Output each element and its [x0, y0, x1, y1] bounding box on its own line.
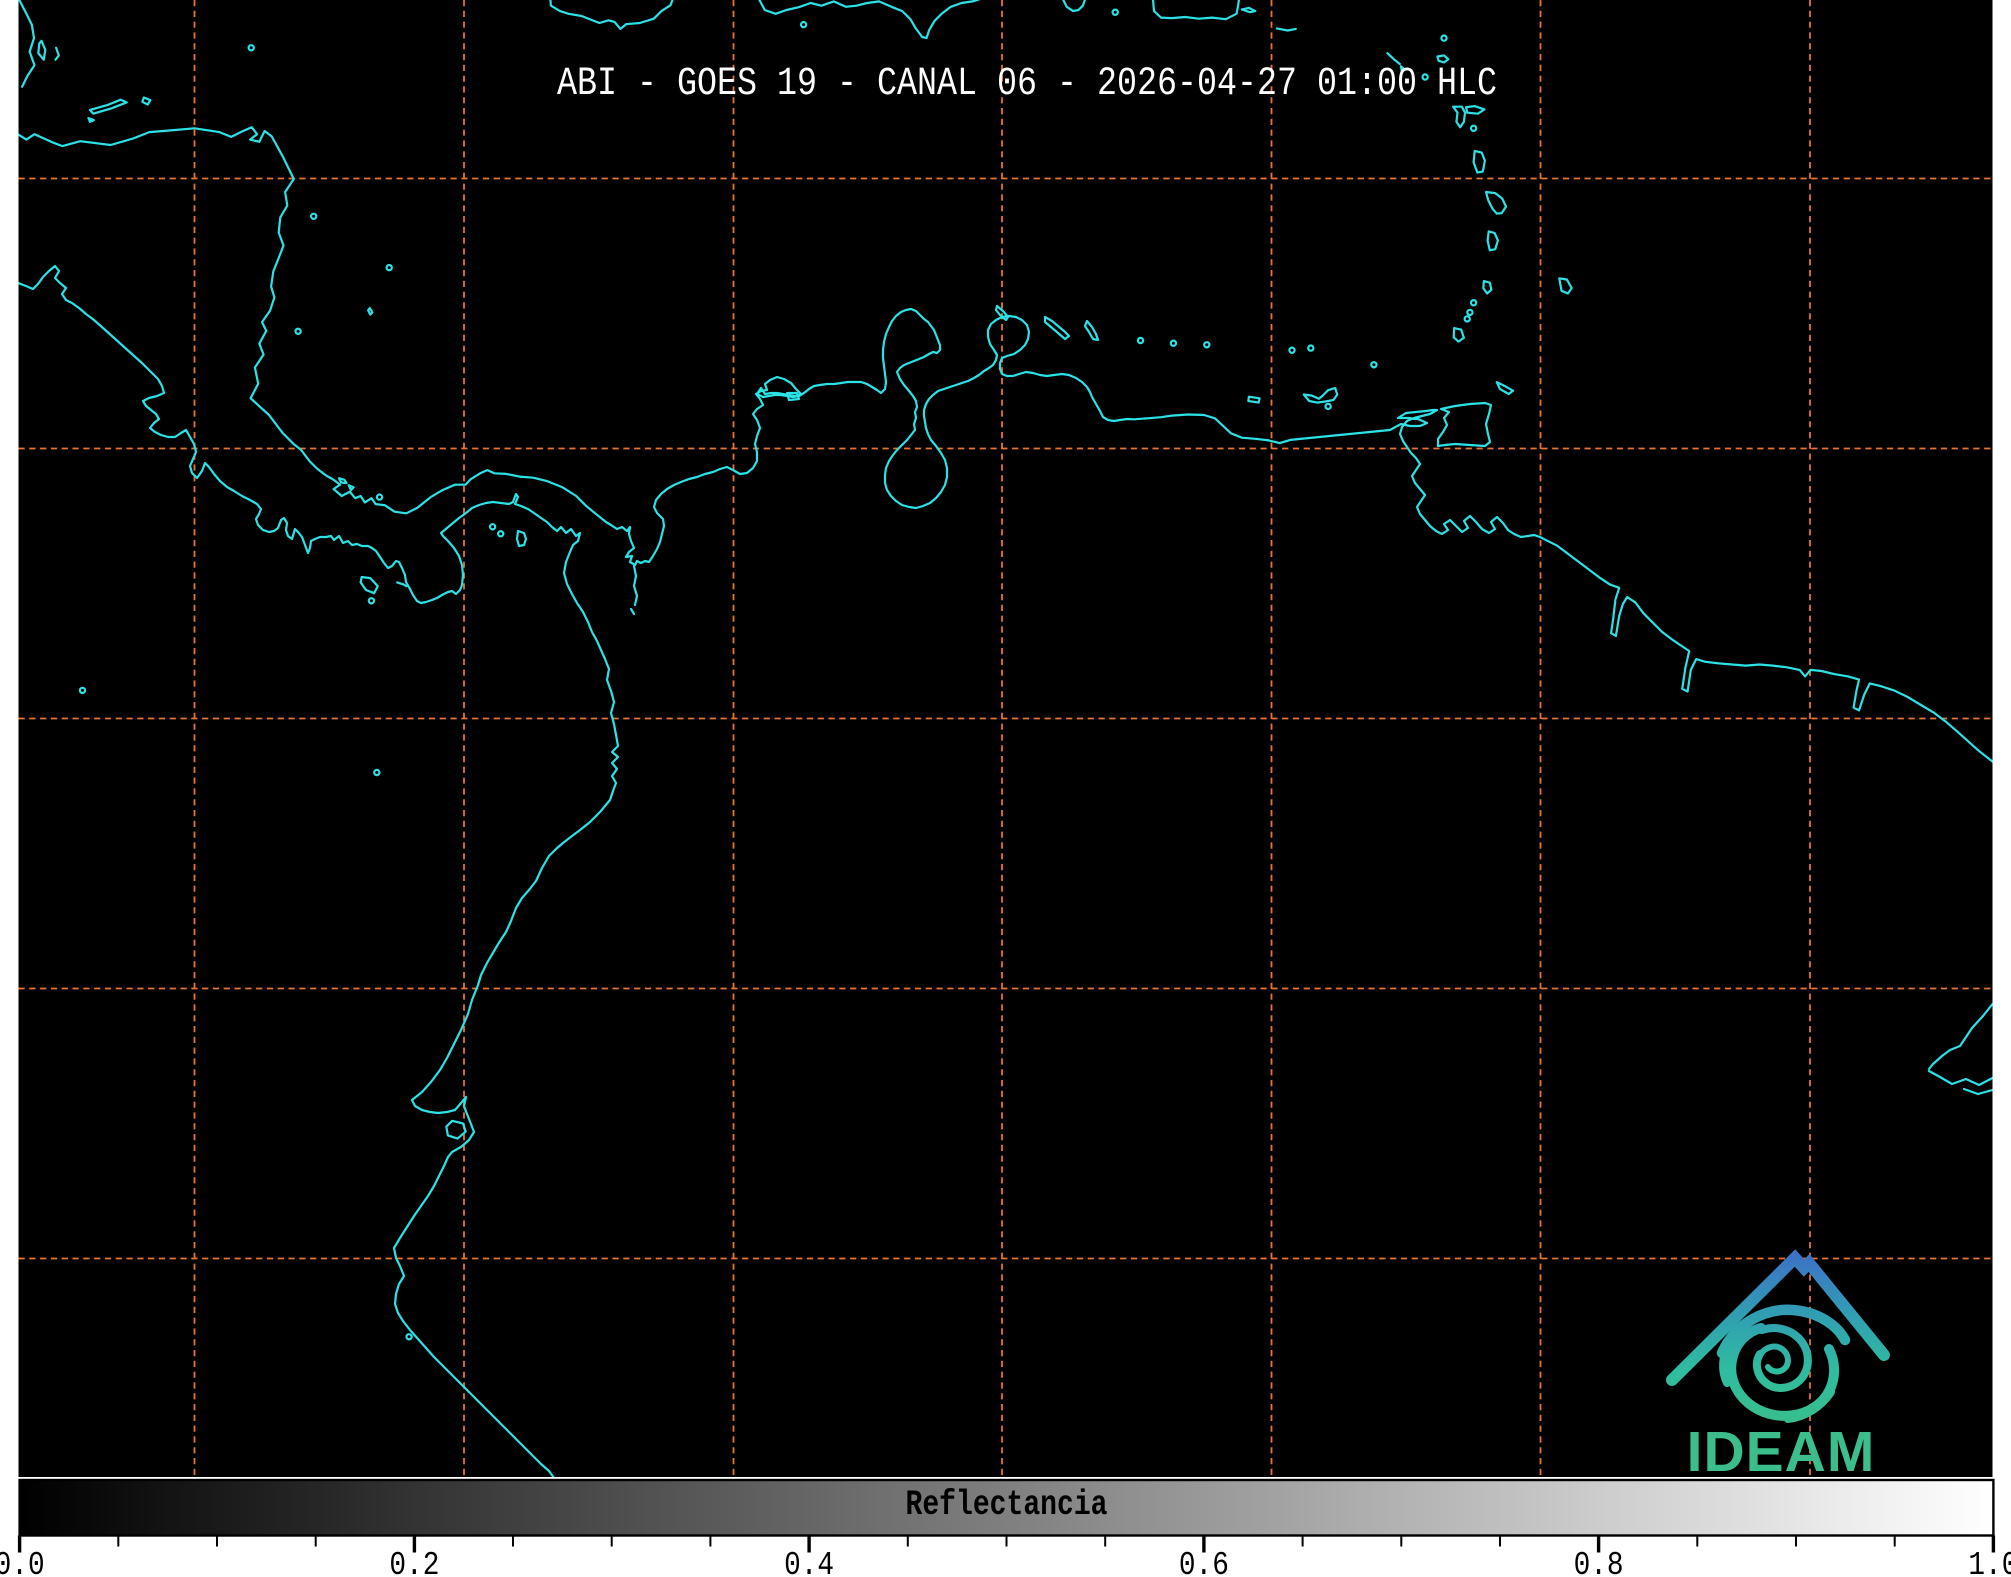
svg-text:IDEAM: IDEAM [1687, 1420, 1876, 1484]
svg-text:0.2: 0.2 [389, 1547, 439, 1577]
svg-text:0.8: 0.8 [1574, 1547, 1624, 1577]
svg-text:0.0: 0.0 [0, 1547, 45, 1577]
svg-text:ABI - GOES 19 - CANAL 06 - 202: ABI - GOES 19 - CANAL 06 - 2026-04-27 01… [557, 62, 1497, 107]
svg-text:0.6: 0.6 [1179, 1547, 1229, 1577]
svg-text:0.4: 0.4 [784, 1547, 834, 1577]
svg-text:1.0: 1.0 [1968, 1547, 2011, 1577]
svg-text:Reflectancia: Reflectancia [906, 1485, 1108, 1525]
